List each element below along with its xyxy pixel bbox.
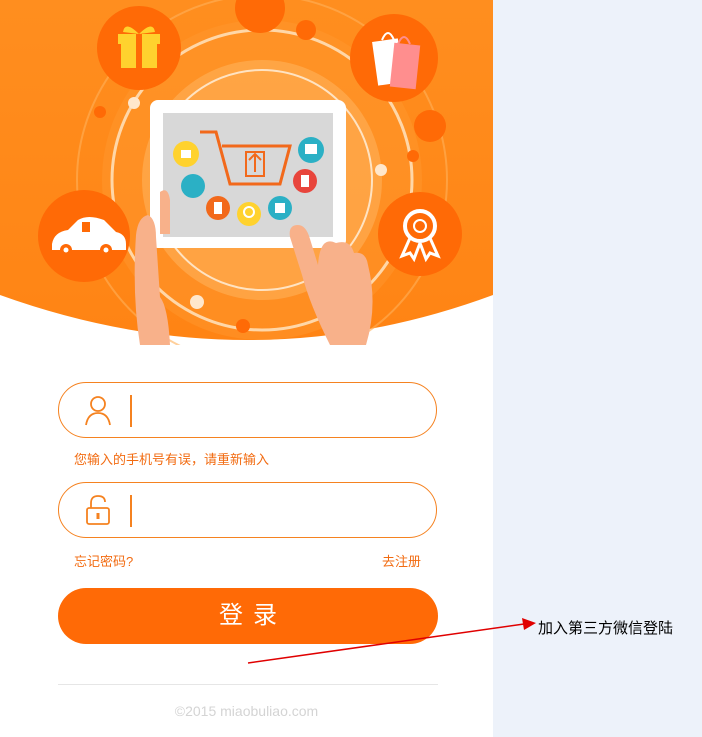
gift-icon xyxy=(97,6,181,90)
login-screen: 您输入的手机号有误，请重新输入 忘记密码? 去注册 登录 ©2015 miaob… xyxy=(0,0,493,737)
field-separator xyxy=(130,395,132,427)
register-link[interactable]: 去注册 xyxy=(382,551,421,570)
error-message: 您输入的手机号有误，请重新输入 xyxy=(74,452,270,467)
hero-illustration xyxy=(0,0,493,345)
field-separator xyxy=(130,495,132,527)
username-field[interactable] xyxy=(58,382,437,438)
unlock-icon xyxy=(86,495,110,525)
password-field[interactable] xyxy=(58,482,437,538)
user-icon xyxy=(85,396,111,426)
password-input[interactable] xyxy=(139,491,423,531)
annotation-label: 加入第三方微信登陆 xyxy=(538,619,674,637)
tablet-icon xyxy=(150,100,346,248)
username-input[interactable] xyxy=(139,391,423,431)
divider xyxy=(58,684,438,685)
award-ribbon-icon xyxy=(378,192,462,276)
car-icon xyxy=(38,190,130,282)
forgot-password-link[interactable]: 忘记密码? xyxy=(74,551,133,570)
copyright-text: ©2015 miaobuliao.com xyxy=(174,703,319,719)
login-button[interactable]: 登录 xyxy=(58,588,438,644)
shopping-bag-icon xyxy=(350,14,438,102)
